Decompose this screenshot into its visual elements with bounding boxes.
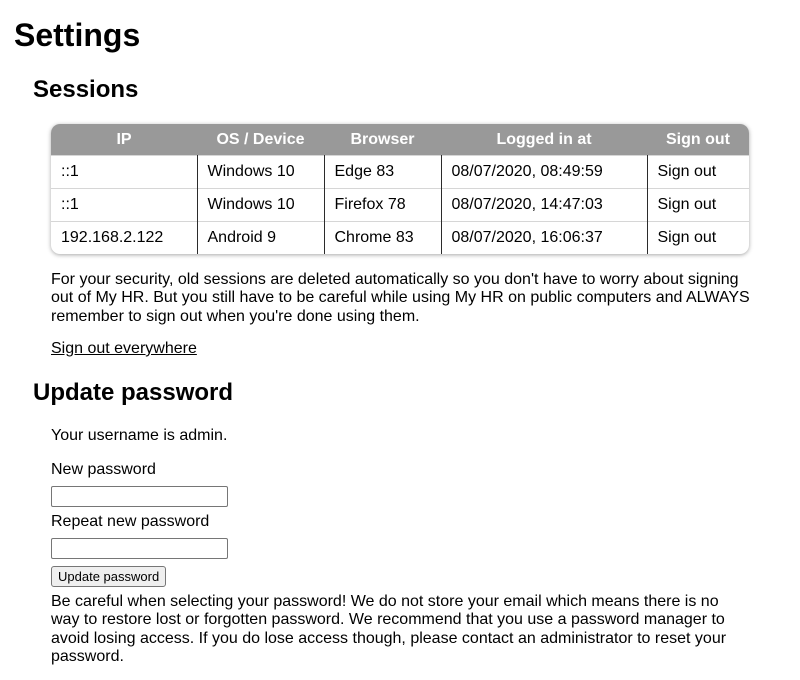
- column-header-browser: Browser: [324, 124, 441, 156]
- session-logged-in-at: 08/07/2020, 14:47:03: [441, 188, 648, 222]
- table-header-row: IP OS / Device Browser Logged in at Sign…: [51, 124, 749, 156]
- repeat-password-input[interactable]: [51, 538, 228, 559]
- session-browser: Edge 83: [324, 155, 442, 189]
- update-password-heading: Update password: [33, 379, 234, 406]
- page-title: Settings: [14, 17, 141, 53]
- sessions-table-container: IP OS / Device Browser Logged in at Sign…: [51, 124, 749, 254]
- session-ip: 192.168.2.122: [51, 221, 198, 254]
- username-info: Your username is admin.: [51, 427, 228, 444]
- session-os: Windows 10: [197, 155, 325, 189]
- new-password-label: New password: [51, 461, 156, 478]
- session-sign-out-link[interactable]: Sign out: [647, 188, 749, 222]
- session-browser: Firefox 78: [324, 188, 442, 222]
- column-header-ip: IP: [51, 124, 197, 156]
- table-row: ::1 Windows 10 Firefox 78 08/07/2020, 14…: [51, 188, 749, 222]
- update-password-button[interactable]: Update password: [51, 566, 167, 587]
- session-sign-out-link[interactable]: Sign out: [647, 155, 749, 189]
- column-header-logged-in-at: Logged in at: [441, 124, 647, 156]
- session-ip: ::1: [51, 188, 198, 222]
- session-sign-out-link[interactable]: Sign out: [647, 221, 749, 254]
- column-header-sign-out: Sign out: [647, 124, 749, 156]
- column-header-os-device: OS / Device: [197, 124, 324, 156]
- password-warning-note: Be careful when selecting your password!…: [51, 593, 727, 666]
- table-row: 192.168.2.122 Android 9 Chrome 83 08/07/…: [51, 221, 749, 254]
- session-os: Android 9: [197, 221, 325, 254]
- sessions-heading: Sessions: [33, 76, 139, 103]
- session-logged-in-at: 08/07/2020, 08:49:59: [441, 155, 648, 189]
- sessions-table: IP OS / Device Browser Logged in at Sign…: [51, 124, 749, 254]
- settings-page: Settings Sessions IP OS / Device Browser…: [0, 0, 800, 680]
- table-row: ::1 Windows 10 Edge 83 08/07/2020, 08:49…: [51, 155, 749, 189]
- repeat-password-label: Repeat new password: [51, 513, 210, 530]
- new-password-input[interactable]: [51, 486, 228, 507]
- sessions-security-note: For your security, old sessions are dele…: [51, 271, 750, 325]
- sign-out-everywhere-link[interactable]: Sign out everywhere: [51, 340, 197, 358]
- session-browser: Chrome 83: [324, 221, 442, 254]
- session-ip: ::1: [51, 155, 198, 189]
- session-os: Windows 10: [197, 188, 325, 222]
- session-logged-in-at: 08/07/2020, 16:06:37: [441, 221, 648, 254]
